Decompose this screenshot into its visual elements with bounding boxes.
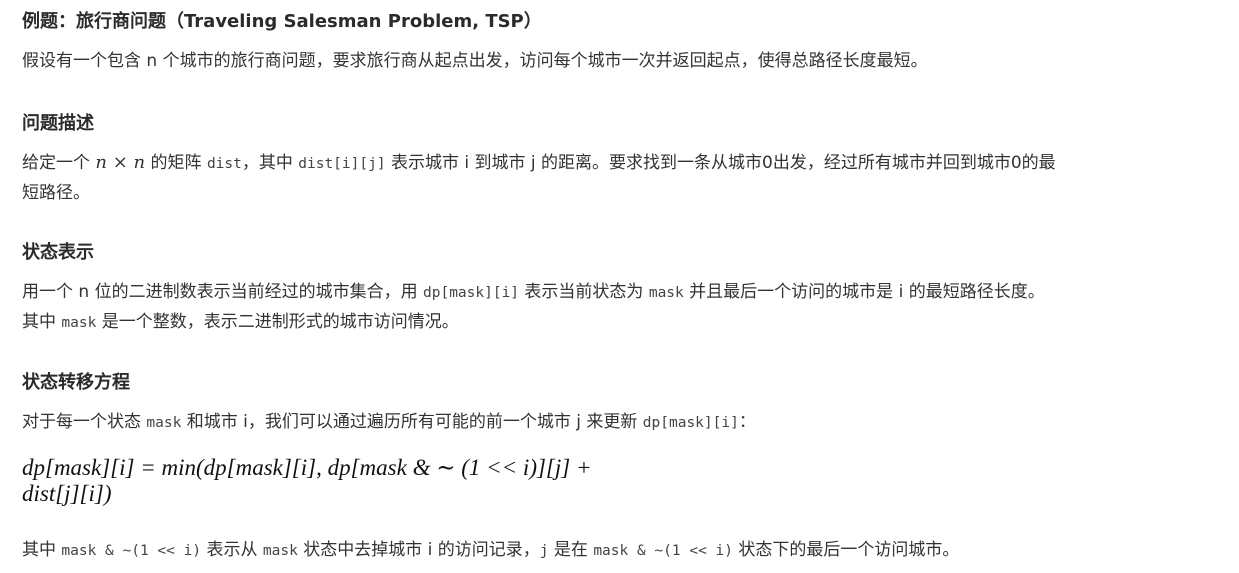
text: 状态中去掉城市 i 的访问记录， (297, 540, 540, 560)
text: 给定一个 (22, 153, 96, 173)
problem-line-2: 短路径。 (22, 183, 90, 203)
code-dist: dist (206, 156, 242, 172)
transition-formula-line-1: dp[mask][i] = min(dp[mask][i], dp[mask &… (22, 455, 592, 481)
text: 和城市 i，我们可以通过遍历所有可能的前一个城市 j 来更新 (181, 412, 643, 432)
code-dp-mask-i: dp[mask][i] (642, 415, 739, 431)
text: 其中 (22, 312, 62, 332)
math-n-by-n: n × n (95, 152, 146, 173)
code-j: j (539, 543, 549, 559)
state-line-2: 其中 mask 是一个整数，表示二进制形式的城市访问情况。 (22, 307, 459, 338)
state-line-1: 用一个 n 位的二进制数表示当前经过的城市集合，用 dp[mask][i] 表示… (22, 277, 1045, 308)
code-mask: mask (61, 315, 97, 331)
text: 对于每一个状态 (22, 412, 147, 432)
code-mask: mask (146, 415, 182, 431)
code-dist-ij: dist[i][j] (298, 156, 386, 172)
note-line: 其中 mask & ~(1 << i) 表示从 mask 状态中去掉城市 i 的… (22, 535, 959, 566)
code-mask-without-i: mask & ~(1 << i) (593, 543, 733, 559)
text: 表示从 (201, 540, 263, 560)
state-heading: 状态表示 (22, 242, 94, 263)
text: 表示城市 i 到城市 j 的距离。要求找到一条从城市0出发，经过所有城市并回到城… (385, 153, 1056, 173)
text: 表示当前状态为 (519, 282, 649, 302)
text: ，其中 (241, 153, 299, 173)
code-dp-mask-i: dp[mask][i] (423, 285, 520, 301)
transition-line-1: 对于每一个状态 mask 和城市 i，我们可以通过遍历所有可能的前一个城市 j … (22, 407, 756, 438)
code-mask: mask (648, 285, 684, 301)
code-mask: mask (262, 543, 298, 559)
text: ： (738, 412, 756, 432)
text: 状态下的最后一个访问城市。 (733, 540, 960, 560)
code-mask-without-i: mask & ~(1 << i) (61, 543, 202, 559)
text: 是在 (548, 540, 594, 560)
transition-formula-line-2: dist[j][i]) (22, 481, 111, 507)
text: 是一个整数，表示二进制形式的城市访问情况。 (96, 312, 459, 332)
example-title: 例题：旅行商问题（Traveling Salesman Problem, TSP… (22, 11, 542, 32)
text: 并且最后一个访问的城市是 i 的最短路径长度。 (683, 282, 1045, 302)
text: 的矩阵 (145, 153, 207, 173)
problem-heading: 问题描述 (22, 113, 94, 134)
formula-text: dist[j][i]) (22, 481, 112, 506)
text: 其中 (22, 540, 62, 560)
example-intro: 假设有一个包含 n 个城市的旅行商问题，要求旅行商从起点出发，访问每个城市一次并… (22, 51, 928, 71)
transition-heading: 状态转移方程 (22, 372, 130, 393)
formula-text: dp[mask][i] = min(dp[mask][i], dp[mask &… (22, 455, 592, 480)
problem-line-1: 给定一个 n × n 的矩阵 dist，其中 dist[i][j] 表示城市 i… (22, 148, 1056, 179)
text: 用一个 n 位的二进制数表示当前经过的城市集合，用 (22, 282, 423, 302)
